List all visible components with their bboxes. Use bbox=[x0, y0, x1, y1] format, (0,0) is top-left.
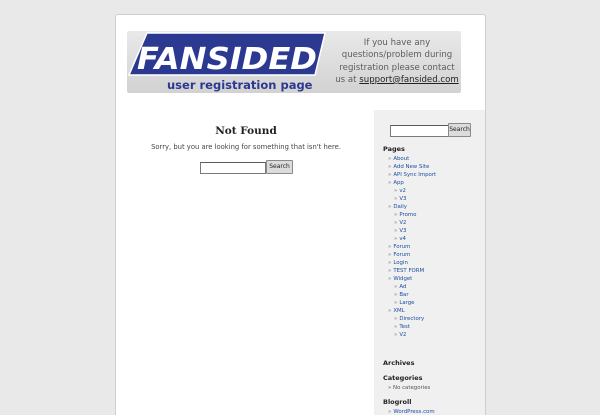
sidebar-page-link[interactable]: » TEST FORM bbox=[388, 268, 424, 274]
page-container: FANSIDED user registration page If you h… bbox=[115, 14, 486, 415]
sidebar-page-link[interactable]: » V2 bbox=[394, 220, 406, 226]
sidebar-page-link[interactable]: » Bar bbox=[394, 292, 409, 298]
sidebar-page-link[interactable]: » Forum bbox=[388, 252, 410, 258]
sidebar-page-link[interactable]: » Add New Site bbox=[388, 164, 429, 170]
main-search-button[interactable]: Search bbox=[266, 160, 293, 174]
sidebar-page-label: Add New Site bbox=[393, 164, 430, 170]
categories-empty-text: No categories bbox=[393, 385, 431, 391]
bullet-icon: » bbox=[388, 260, 392, 266]
main-search-input[interactable] bbox=[200, 162, 266, 174]
not-found-message: Sorry, but you are looking for something… bbox=[151, 143, 341, 151]
bullet-icon: » bbox=[394, 284, 398, 290]
bullet-icon: » bbox=[388, 409, 392, 415]
bullet-icon: » bbox=[388, 244, 392, 250]
sidebar-page-label: V3 bbox=[399, 228, 407, 234]
sidebar-page-label: Widget bbox=[393, 276, 413, 282]
logo-subtitle: user registration page bbox=[167, 78, 313, 92]
sidebar-search-input[interactable] bbox=[390, 125, 450, 137]
sidebar-page-label: Test bbox=[399, 324, 410, 330]
sidebar-page-label: Directory bbox=[399, 316, 425, 322]
bullet-icon: » bbox=[394, 332, 398, 338]
sidebar-page-link[interactable]: » Daily bbox=[388, 204, 407, 210]
contact-message: If you have any questions/problem during… bbox=[332, 37, 462, 86]
sidebar-page-label: App bbox=[393, 180, 404, 186]
sidebar-page-label: Promo bbox=[399, 212, 417, 218]
blogroll-label: WordPress.com bbox=[393, 409, 435, 415]
sidebar-page-link[interactable]: » Large bbox=[394, 300, 414, 306]
categories-empty: » No categories bbox=[388, 385, 430, 391]
sidebar-page-link[interactable]: » V3 bbox=[394, 196, 406, 202]
sidebar-page-label: v4 bbox=[399, 236, 406, 242]
sidebar-page-link[interactable]: » Login bbox=[388, 260, 408, 266]
sidebar-page-label: Forum bbox=[393, 252, 411, 258]
bullet-icon: » bbox=[394, 196, 398, 202]
sidebar-page-label: TEST FORM bbox=[393, 268, 425, 274]
sidebar-page-link[interactable]: » About bbox=[388, 156, 409, 162]
sidebar: Search Pages » About» Add New Site» API Syn… bbox=[374, 110, 485, 415]
bullet-icon: » bbox=[394, 228, 398, 234]
bullet-icon: » bbox=[388, 180, 392, 186]
contact-line: If you have any bbox=[363, 38, 431, 48]
page-title: Not Found bbox=[215, 125, 277, 137]
bullet-icon: » bbox=[394, 324, 398, 330]
blogroll-link[interactable]: » WordPress.com bbox=[388, 409, 435, 415]
sidebar-page-label: V2 bbox=[399, 220, 407, 226]
sidebar-page-label: XML bbox=[393, 308, 405, 314]
sidebar-page-label: Large bbox=[399, 300, 415, 306]
bullet-icon: » bbox=[388, 172, 392, 178]
contact-line-email-wrap: us at support@fansided.com bbox=[332, 74, 462, 86]
sidebar-page-label: V2 bbox=[399, 332, 407, 338]
sidebar-page-link[interactable]: » Test bbox=[394, 324, 410, 330]
sidebar-page-link[interactable]: » App bbox=[388, 180, 404, 186]
archives-heading: Archives bbox=[383, 359, 415, 367]
bullet-icon: » bbox=[388, 156, 392, 162]
sidebar-page-link[interactable]: » v4 bbox=[394, 236, 406, 242]
bullet-icon: » bbox=[394, 292, 398, 298]
bullet-icon: » bbox=[394, 188, 398, 194]
bullet-icon: » bbox=[388, 252, 392, 258]
bullet-icon: » bbox=[394, 300, 398, 306]
sidebar-search-button[interactable]: Search bbox=[448, 123, 471, 137]
sidebar-page-label: V3 bbox=[399, 196, 407, 202]
bullet-icon: » bbox=[394, 212, 398, 218]
fansided-logo: FANSIDED user registration page bbox=[127, 32, 326, 92]
support-email-link[interactable]: support@fansided.com bbox=[359, 75, 458, 85]
bullet-icon: » bbox=[394, 220, 398, 226]
registration-banner: FANSIDED user registration page If you h… bbox=[127, 31, 461, 93]
sidebar-page-link[interactable]: » API Sync Import bbox=[388, 172, 436, 178]
bullet-icon: » bbox=[388, 385, 392, 391]
sidebar-page-link[interactable]: » XML bbox=[388, 308, 405, 314]
bullet-icon: » bbox=[388, 164, 392, 170]
bullet-icon: » bbox=[388, 268, 392, 274]
logo-wordmark: FANSIDED bbox=[137, 42, 317, 77]
sidebar-page-label: Forum bbox=[393, 244, 411, 250]
bullet-icon: » bbox=[388, 276, 392, 282]
pages-heading: Pages bbox=[383, 145, 405, 153]
sidebar-page-label: Ad bbox=[399, 284, 407, 290]
sidebar-page-link[interactable]: » Forum bbox=[388, 244, 410, 250]
contact-prefix: us at bbox=[335, 74, 360, 85]
sidebar-page-label: API Sync Import bbox=[393, 172, 437, 178]
bullet-icon: » bbox=[394, 316, 398, 322]
contact-line: questions/problem during bbox=[341, 50, 453, 61]
categories-heading: Categories bbox=[383, 374, 423, 382]
bullet-icon: » bbox=[388, 204, 392, 210]
sidebar-page-label: v2 bbox=[399, 188, 406, 194]
sidebar-page-label: Daily bbox=[393, 204, 407, 210]
sidebar-page-link[interactable]: » V2 bbox=[394, 332, 406, 338]
bullet-icon: » bbox=[394, 236, 398, 242]
bullet-icon: » bbox=[388, 308, 392, 314]
sidebar-page-label: Bar bbox=[399, 292, 409, 298]
contact-line: registration please contact bbox=[339, 62, 455, 73]
sidebar-page-link[interactable]: » V3 bbox=[394, 228, 406, 234]
sidebar-page-link[interactable]: » Directory bbox=[394, 316, 424, 322]
sidebar-page-label: About bbox=[393, 156, 410, 162]
sidebar-page-link[interactable]: » Ad bbox=[394, 284, 406, 290]
sidebar-page-link[interactable]: » Promo bbox=[394, 212, 416, 218]
blogroll-heading: Blogroll bbox=[383, 398, 412, 406]
sidebar-page-link[interactable]: » v2 bbox=[394, 188, 406, 194]
sidebar-page-link[interactable]: » Widget bbox=[388, 276, 412, 282]
sidebar-page-label: Login bbox=[393, 260, 408, 266]
